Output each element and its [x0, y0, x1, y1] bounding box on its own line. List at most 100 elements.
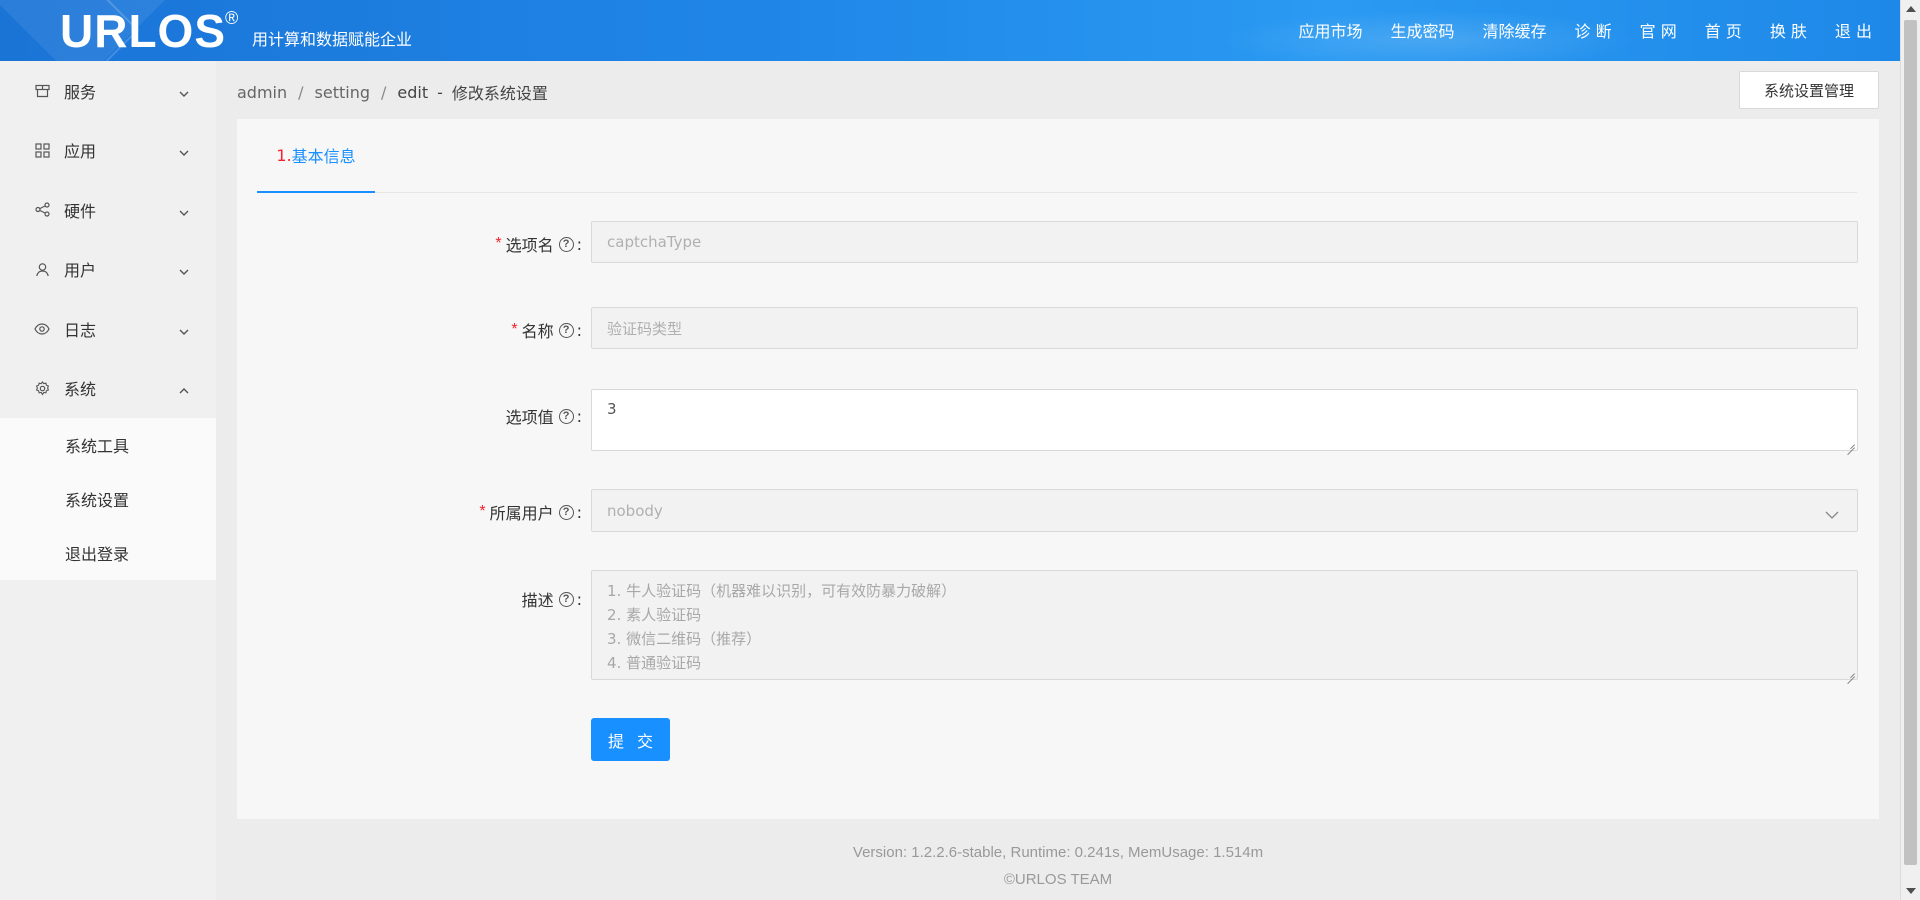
- sidebar-item-apps[interactable]: 应用: [0, 121, 216, 181]
- option-name-label: * 选项名 ? :: [495, 232, 582, 256]
- help-icon[interactable]: ?: [558, 236, 574, 252]
- submenu-item-logout[interactable]: 退出登录: [0, 526, 216, 580]
- footer-version: Version: 1.2.2.6-stable, Runtime: 0.241s…: [852, 844, 1264, 861]
- option-value-label: 选项值 ? :: [506, 404, 582, 428]
- label-text: 名称: [521, 322, 554, 341]
- breadcrumb-separator: /: [381, 82, 387, 102]
- user-icon: [34, 261, 50, 277]
- scroll-up-icon[interactable]: [1906, 6, 1916, 12]
- logo[interactable]: URLOS: [60, 4, 226, 58]
- label-colon: :: [576, 589, 582, 609]
- chevron-down-icon: [178, 85, 190, 104]
- description-label: 描述 ? :: [522, 587, 582, 611]
- sidebar-item-label: 系统: [64, 380, 97, 400]
- label-colon: :: [576, 502, 582, 522]
- label-text: 所属用户: [489, 504, 554, 523]
- nav-official-site[interactable]: 官 网: [1640, 18, 1677, 42]
- scroll-down-icon[interactable]: [1906, 888, 1916, 894]
- nav-logout[interactable]: 退 出: [1835, 18, 1872, 42]
- name-input[interactable]: 验证码类型: [591, 307, 1858, 349]
- owner-label: * 所属用户 ? :: [479, 500, 582, 524]
- label-colon: :: [576, 320, 582, 340]
- tab-label: 基本信息: [291, 147, 356, 166]
- nav-generate-password[interactable]: 生成密码: [1391, 18, 1455, 42]
- label-text: 选项值: [505, 408, 554, 427]
- option-name-value: captchaType: [607, 233, 702, 251]
- option-value-textarea[interactable]: 3: [591, 389, 1858, 451]
- form-panel: 1. 基本信息 * 选项名 ? : captchaType * 名称 ? : 验…: [237, 119, 1879, 819]
- breadcrumb-edit: edit: [397, 82, 429, 102]
- nav-diagnose[interactable]: 诊 断: [1575, 18, 1612, 42]
- sidebar-item-label: 服务: [64, 82, 97, 102]
- gear-icon: [34, 380, 50, 396]
- name-value: 验证码类型: [607, 319, 683, 338]
- chevron-up-icon: [178, 382, 190, 401]
- submenu-item-system-settings[interactable]: 系统设置: [0, 472, 216, 526]
- help-icon[interactable]: ?: [558, 408, 574, 424]
- required-mark: *: [495, 235, 502, 252]
- description-line: 2. 素人验证码: [607, 606, 702, 624]
- nav-home[interactable]: 首 页: [1705, 18, 1742, 42]
- slogan: 用计算和数据赋能企业: [252, 30, 413, 49]
- chevron-down-icon: [178, 323, 190, 342]
- store-icon: [34, 83, 50, 99]
- top-header: URLOS ® 用计算和数据赋能企业 应用市场 生成密码 清除缓存 诊 断 官 …: [0, 0, 1900, 61]
- tab-basic-info[interactable]: 1. 基本信息: [257, 119, 375, 193]
- chevron-down-icon: [178, 204, 190, 223]
- sidebar: 服务 应用 硬件 用户 日志 系统 系统工具 系统设置 退出登录: [0, 61, 216, 900]
- option-value-value: 3: [607, 400, 617, 418]
- tab-bar: 1. 基本信息: [257, 119, 1857, 193]
- submit-button[interactable]: 提 交: [591, 718, 670, 761]
- required-mark: *: [479, 503, 486, 520]
- sidebar-item-label: 用户: [64, 261, 97, 281]
- help-icon[interactable]: ?: [558, 322, 574, 338]
- system-submenu: 系统工具 系统设置 退出登录: [0, 418, 216, 580]
- registered-mark: ®: [225, 8, 239, 28]
- chevron-down-icon: [178, 263, 190, 282]
- label-colon: :: [576, 406, 582, 426]
- scrollbar-thumb[interactable]: [1904, 20, 1917, 865]
- description-line: 3. 微信二维码（推荐）: [607, 630, 762, 648]
- system-settings-manage-button[interactable]: 系统设置管理: [1739, 71, 1879, 109]
- help-icon[interactable]: ?: [558, 591, 574, 607]
- label-text: 选项名: [505, 236, 554, 255]
- breadcrumb: admin / setting / edit - 修改系统设置: [237, 80, 548, 104]
- sidebar-item-users[interactable]: 用户: [0, 240, 216, 300]
- help-icon[interactable]: ?: [558, 504, 574, 520]
- breadcrumb-separator: /: [298, 82, 304, 102]
- submenu-item-system-tools[interactable]: 系统工具: [0, 418, 216, 472]
- option-name-input[interactable]: captchaType: [591, 221, 1858, 263]
- sidebar-item-label: 硬件: [64, 201, 97, 221]
- footer-copyright: ©URLOS TEAM: [1003, 871, 1113, 888]
- sidebar-item-logs[interactable]: 日志: [0, 299, 216, 359]
- owner-select[interactable]: nobody: [591, 489, 1858, 532]
- owner-selected-value: nobody: [607, 501, 663, 520]
- sidebar-item-service[interactable]: 服务: [0, 61, 216, 121]
- nav-app-market[interactable]: 应用市场: [1298, 18, 1362, 42]
- top-nav: 应用市场 生成密码 清除缓存 诊 断 官 网 首 页 换 肤 退 出: [1270, 18, 1872, 42]
- name-label: * 名称 ? :: [511, 318, 582, 342]
- sidebar-item-label: 应用: [64, 142, 97, 162]
- description-line: 4. 普通验证码: [607, 654, 702, 672]
- required-mark: *: [511, 321, 518, 338]
- nav-change-skin[interactable]: 换 肤: [1770, 18, 1807, 42]
- sidebar-item-hardware[interactable]: 硬件: [0, 180, 216, 240]
- share-icon: [34, 202, 50, 218]
- resize-handle-icon[interactable]: [1845, 667, 1855, 677]
- sidebar-item-label: 日志: [64, 320, 97, 340]
- chevron-down-icon: [178, 144, 190, 163]
- nav-clear-cache[interactable]: 清除缓存: [1483, 18, 1547, 42]
- sidebar-item-system[interactable]: 系统: [0, 359, 216, 419]
- description-textarea[interactable]: 1. 牛人验证码（机器难以识别，可有效防暴力破解） 2. 素人验证码 3. 微信…: [591, 570, 1858, 680]
- breadcrumb-setting[interactable]: setting: [315, 83, 370, 102]
- tab-number: 1.: [276, 145, 292, 165]
- description-line: 1. 牛人验证码（机器难以识别，可有效防暴力破解）: [607, 582, 957, 600]
- breadcrumb-admin[interactable]: admin: [237, 83, 287, 102]
- resize-handle-icon[interactable]: [1845, 438, 1855, 448]
- grid-icon: [34, 142, 50, 158]
- chevron-down-icon: [1825, 506, 1839, 524]
- eye-icon: [34, 321, 50, 337]
- vertical-scrollbar[interactable]: [1900, 0, 1920, 900]
- breadcrumb-dash: -: [437, 82, 443, 102]
- label-colon: :: [576, 234, 582, 254]
